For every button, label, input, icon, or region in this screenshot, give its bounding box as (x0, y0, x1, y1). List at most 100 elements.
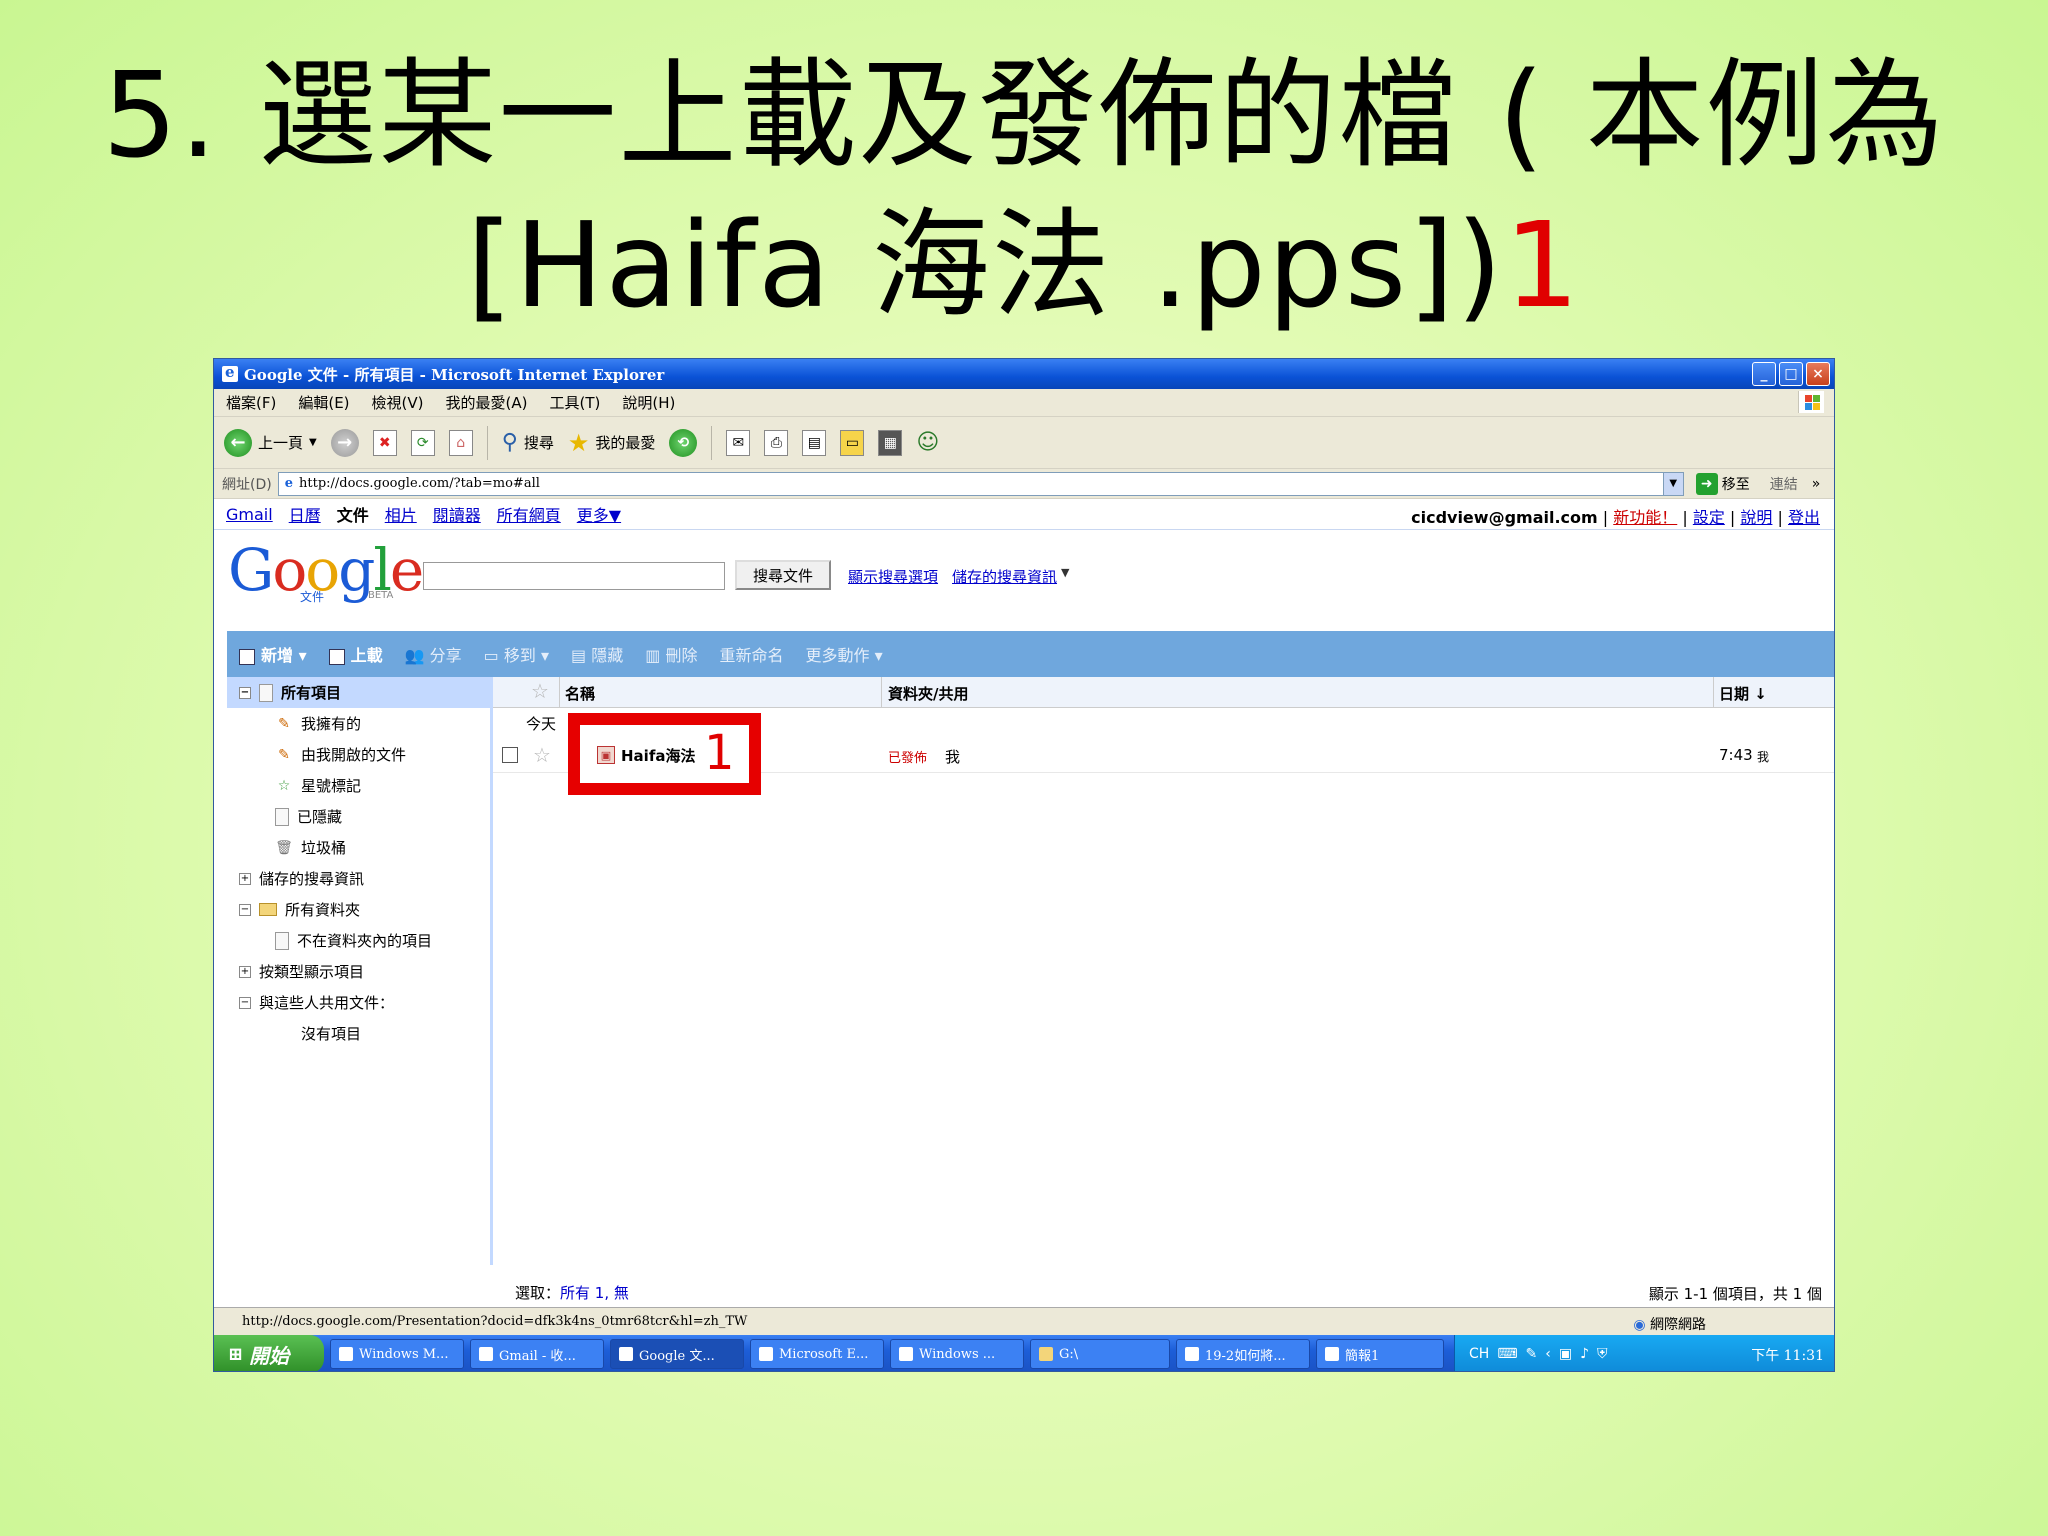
collapse-icon[interactable]: − (239, 686, 251, 699)
file-name-link[interactable]: Haifa海法 (621, 745, 695, 766)
delete-button[interactable]: ▥ 刪除 (645, 642, 697, 666)
column-name[interactable]: 名稱 (565, 683, 595, 704)
sidebar-item-all[interactable]: − 所有項目 (227, 677, 490, 708)
taskbar-button[interactable]: Windows ... (890, 1339, 1024, 1369)
history-icon[interactable]: ⟲ (669, 428, 698, 457)
column-folders[interactable]: 資料夾/共用 (888, 683, 968, 704)
slide-title-line2: [Haifa 海法 .pps])1 (0, 190, 2048, 340)
select-none-link[interactable]: 無 (614, 1282, 629, 1303)
volume-icon[interactable]: ♪ (1580, 1346, 1589, 1362)
maximize-button[interactable]: □ (1779, 362, 1803, 386)
language-indicator[interactable]: CH (1469, 1346, 1489, 1362)
menu-edit[interactable]: 編輯(E) (298, 392, 349, 413)
pen-icon[interactable]: ✎ (1526, 1346, 1538, 1362)
search-button[interactable]: ⚲ 搜尋 (502, 430, 554, 455)
help-link[interactable]: 說明 (1740, 508, 1772, 527)
menu-help[interactable]: 說明(H) (622, 392, 675, 413)
hide-button[interactable]: ▤ 隱藏 (571, 642, 623, 666)
clock[interactable]: 下午 11:31 (1751, 1345, 1824, 1365)
sidebar-item-saved-searches[interactable]: + 儲存的搜尋資訊 (227, 863, 490, 894)
research-icon[interactable]: ▦ (878, 429, 903, 456)
address-dropdown-icon[interactable]: ▼ (1662, 472, 1683, 495)
mail-icon[interactable]: ✉ (726, 429, 751, 456)
refresh-icon[interactable]: ⟳ (410, 429, 435, 456)
expand-icon[interactable]: + (239, 965, 251, 978)
print-icon[interactable]: ⎙ (764, 429, 789, 456)
sidebar-item-all-folders[interactable]: − 所有資料夾 (227, 894, 490, 925)
sidebar-item-starred[interactable]: ☆ 星號標記 (227, 770, 490, 801)
gbar-docs[interactable]: 文件 (337, 502, 369, 526)
row-star-icon[interactable]: ☆ (533, 743, 551, 767)
favorites-label: 我的最愛 (595, 434, 656, 452)
saved-searches-dropdown-icon[interactable]: ▼ (1061, 566, 1069, 587)
gbar-reader[interactable]: 閱讀器 (433, 502, 481, 526)
close-button[interactable]: × (1806, 362, 1830, 386)
taskbar-button[interactable]: 簡報1 (1316, 1339, 1444, 1369)
gbar-gmail[interactable]: Gmail (226, 505, 273, 524)
messenger-icon[interactable]: ☺ (916, 430, 939, 455)
rename-button[interactable]: 重新命名 (719, 642, 783, 666)
gbar-photos[interactable]: 相片 (385, 502, 417, 526)
saved-searches-link[interactable]: 儲存的搜尋資訊 (952, 566, 1057, 587)
select-all-link[interactable]: 所有 1, (560, 1282, 609, 1303)
new-features-link[interactable]: 新功能！ (1613, 508, 1677, 527)
address-input[interactable]: e http://docs.google.com/?tab=mo#all ▼ (277, 471, 1684, 496)
column-date[interactable]: 日期 ↓ (1719, 683, 1767, 704)
go-button[interactable]: ➜ 移至 (1695, 472, 1750, 495)
start-button[interactable]: ⊞ 開始 (214, 1335, 324, 1371)
menu-favorites[interactable]: 我的最愛(A) (446, 392, 528, 413)
row-time: 7:43 (1719, 746, 1753, 764)
search-docs-button[interactable]: 搜尋文件 (735, 560, 831, 590)
collapse-icon[interactable]: − (239, 996, 251, 1009)
security-icon[interactable]: ⛨ (1597, 1346, 1608, 1362)
taskbar-button[interactable]: 19-2如何將... (1176, 1339, 1310, 1369)
signout-link[interactable]: 登出 (1788, 508, 1820, 527)
taskbar-button[interactable]: Gmail - 收... (470, 1339, 604, 1369)
sidebar-item-opened[interactable]: ✎ 由我開啟的文件 (227, 739, 490, 770)
edit-icon[interactable]: ▤ (802, 429, 827, 456)
menu-view[interactable]: 檢視(V) (372, 392, 424, 413)
collapse-icon[interactable]: − (239, 903, 251, 916)
taskbar-button[interactable]: Windows M... (330, 1339, 464, 1369)
toolbar-separator (711, 425, 713, 460)
links-label[interactable]: 連結 (1770, 474, 1798, 494)
network-icon[interactable]: ▣ (1559, 1346, 1572, 1362)
expand-icon[interactable]: + (239, 872, 251, 885)
row-checkbox[interactable] (502, 747, 518, 763)
keyboard-icon[interactable]: ⌨ (1497, 1346, 1517, 1362)
share-button[interactable]: 👥 分享 (405, 642, 462, 666)
sidebar-item-owned[interactable]: ✎ 我擁有的 (227, 708, 490, 739)
settings-link[interactable]: 設定 (1693, 508, 1725, 527)
home-icon[interactable]: ⌂ (448, 429, 473, 456)
taskbar-button[interactable]: Google 文... (610, 1339, 744, 1369)
sidebar-item-not-in-folder[interactable]: 不在資料夾內的項目 (227, 925, 490, 956)
discuss-icon[interactable]: ▭ (840, 429, 865, 456)
minimize-button[interactable]: _ (1752, 362, 1776, 386)
pencil-icon: ✎ (278, 746, 290, 763)
tray-arrow-icon[interactable]: ‹ (1545, 1346, 1551, 1362)
favorites-button[interactable]: ★ 我的最愛 (568, 429, 656, 457)
show-search-options-link[interactable]: 顯示搜尋選項 (848, 566, 938, 587)
header-star-icon[interactable]: ☆ (531, 679, 549, 703)
docs-search-input[interactable] (423, 562, 725, 590)
sidebar-item-hidden[interactable]: 已隱藏 (227, 801, 490, 832)
sidebar-item-by-type[interactable]: + 按類型顯示項目 (227, 956, 490, 987)
taskbar-button[interactable]: Microsoft E... (750, 1339, 884, 1369)
more-actions-button[interactable]: 更多動作 ▾ (805, 642, 882, 666)
forward-button[interactable]: → (330, 428, 359, 457)
gbar-web[interactable]: 所有網頁 (497, 502, 561, 526)
gbar-calendar[interactable]: 日曆 (289, 502, 321, 526)
taskbar-button[interactable]: G:\ (1030, 1339, 1170, 1369)
stop-icon[interactable]: ✖ (372, 429, 397, 456)
new-button[interactable]: 新增 ▾ (239, 642, 307, 666)
slide-title-line2-text: [Haifa 海法 .pps]) (466, 196, 1505, 334)
sidebar-item-trash[interactable]: 🗑 垃圾桶 (227, 832, 490, 863)
upload-button[interactable]: 上載 (328, 642, 383, 666)
chevron-right-icon[interactable]: » (1812, 476, 1821, 492)
menu-file[interactable]: 檔案(F) (226, 392, 276, 413)
sidebar-item-shared-with[interactable]: − 與這些人共用文件： (227, 987, 490, 1018)
menu-tools[interactable]: 工具(T) (549, 392, 600, 413)
move-button[interactable]: ▭ 移到 ▾ (484, 642, 549, 666)
gbar-more[interactable]: 更多▼ (577, 502, 621, 526)
back-button[interactable]: ← 上一頁 ▼ (224, 428, 317, 457)
